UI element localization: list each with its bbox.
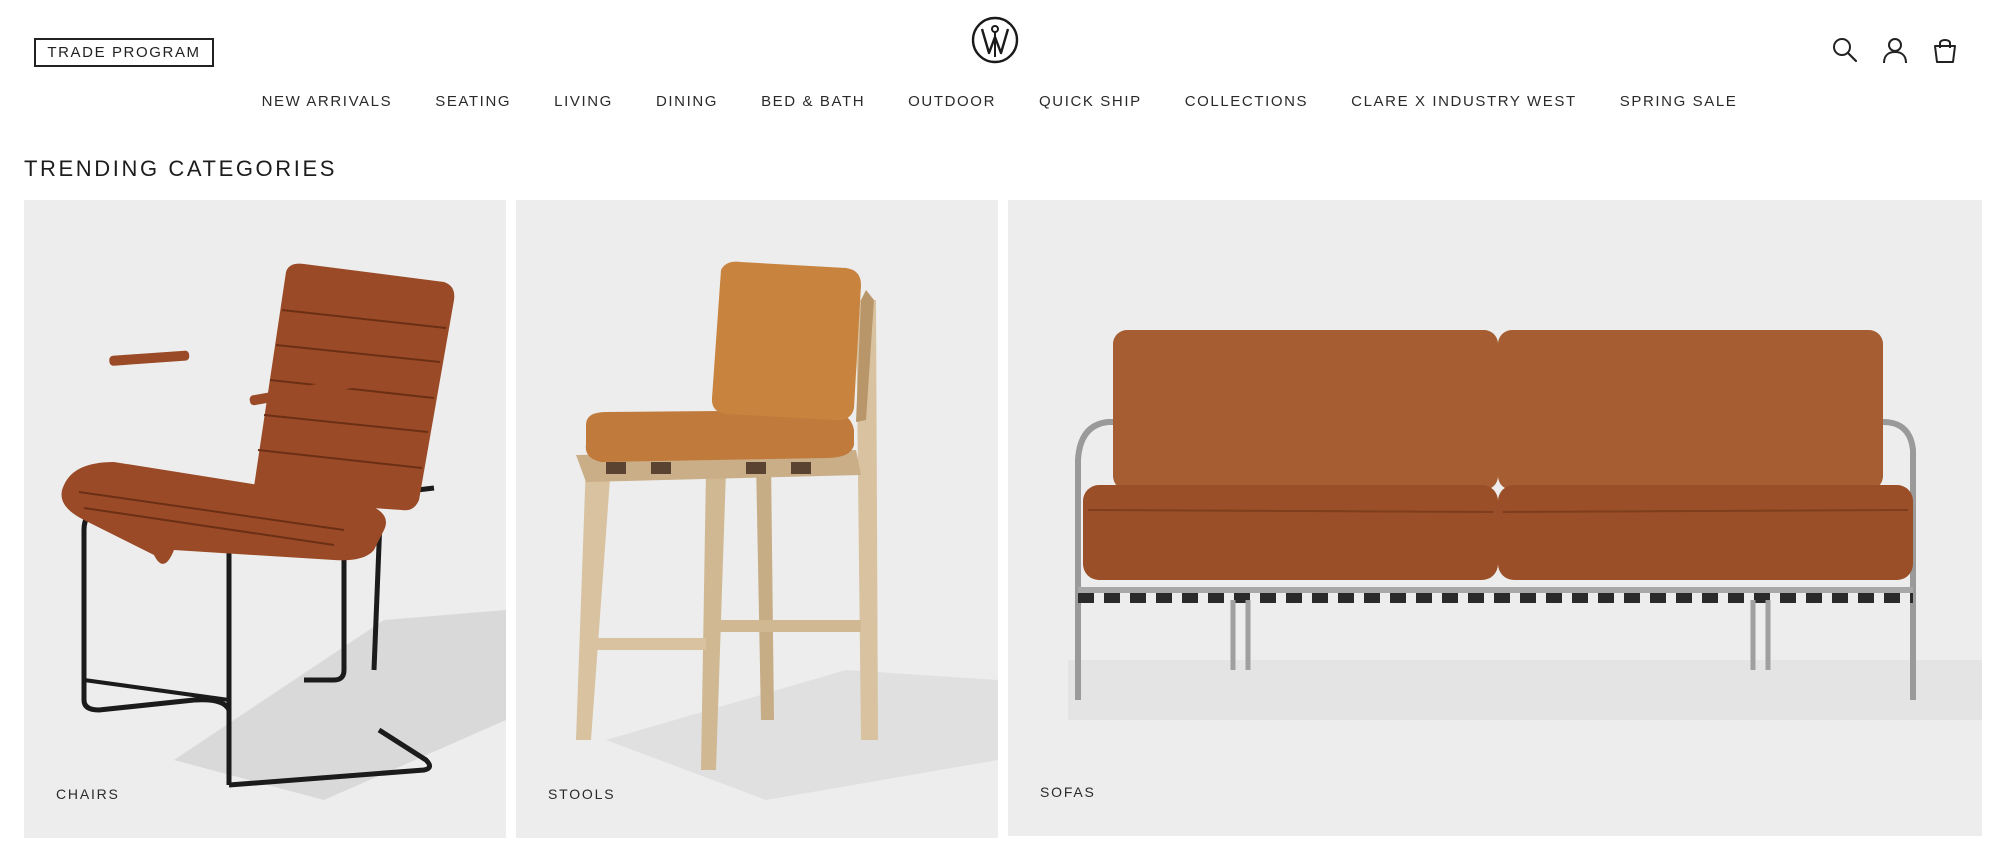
sofa-image	[1068, 330, 1982, 720]
category-card-stools[interactable]: STOOLS	[516, 200, 998, 838]
header-icons	[1831, 36, 1959, 64]
nav-living[interactable]: LIVING	[554, 92, 613, 112]
category-card-chairs[interactable]: CHAIRS	[24, 200, 506, 838]
account-icon[interactable]	[1881, 36, 1909, 64]
nav-outdoor[interactable]: OUTDOOR	[908, 92, 996, 112]
stool-image	[576, 261, 998, 800]
nav-clare-x-industry-west[interactable]: CLARE X INDUSTRY WEST	[1351, 92, 1577, 112]
category-label-sofas: SOFAS	[1040, 784, 1096, 800]
nav-spring-sale[interactable]: SPRING SALE	[1620, 92, 1738, 112]
category-label-chairs: CHAIRS	[56, 786, 120, 802]
category-label-stools: STOOLS	[548, 786, 616, 802]
shopping-bag-icon[interactable]	[1931, 36, 1959, 64]
nav-quick-ship[interactable]: QUICK SHIP	[1039, 92, 1142, 112]
nav-bed-bath[interactable]: BED & BATH	[761, 92, 865, 112]
chair-image	[61, 263, 506, 800]
search-icon[interactable]	[1831, 36, 1859, 64]
trending-categories-title: TRENDING CATEGORIES	[24, 156, 338, 181]
nav-collections[interactable]: COLLECTIONS	[1185, 92, 1308, 112]
industry-west-logo[interactable]	[970, 15, 1020, 65]
trade-program-button[interactable]: TRADE PROGRAM	[34, 38, 214, 67]
main-navigation: NEW ARRIVALS SEATING LIVING DINING BED &…	[0, 92, 1999, 112]
nav-dining[interactable]: DINING	[656, 92, 718, 112]
nav-seating[interactable]: SEATING	[435, 92, 511, 112]
nav-new-arrivals[interactable]: NEW ARRIVALS	[262, 92, 393, 112]
category-card-sofas[interactable]: SOFAS	[1008, 200, 1982, 836]
